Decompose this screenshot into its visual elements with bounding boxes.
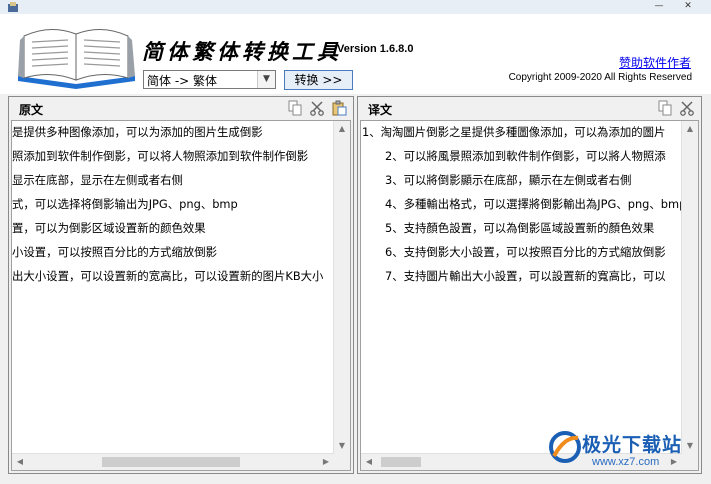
app-icon xyxy=(8,2,18,12)
scrollbar-thumb[interactable] xyxy=(381,457,421,467)
version-label: Version 1.6.8.0 xyxy=(337,43,414,55)
source-panel-title: 原文 xyxy=(19,103,44,117)
watermark-logo-icon xyxy=(549,431,581,463)
scroll-left-icon[interactable]: ◀ xyxy=(361,454,377,470)
sponsor-link[interactable]: 赞助软件作者 xyxy=(619,54,691,71)
header: 简体繁体转换工具 Version 1.6.8.0 赞助软件作者 Copyrigh… xyxy=(0,14,711,94)
result-line: 4、多種輸出格式，可以選擇將倒影輸出為JPG、png、bmp xyxy=(385,197,681,211)
scrollbar-thumb[interactable] xyxy=(102,457,240,467)
scroll-right-icon[interactable]: ▶ xyxy=(318,454,334,470)
watermark: 极光下载站 www.xz7.com xyxy=(548,426,708,478)
copy-icon[interactable] xyxy=(657,100,673,116)
copyright-text: Copyright 2009-2020 All Rights Reserved xyxy=(508,72,692,83)
result-panel-title: 译文 xyxy=(368,103,393,117)
close-button[interactable]: ✕ xyxy=(671,0,705,13)
watermark-url: www.xz7.com xyxy=(592,456,660,468)
result-line: 3、可以將倒影顯示在底部，顯示在左側或者右側 xyxy=(385,173,632,187)
source-panel-header: 原文 xyxy=(9,97,353,119)
book-logo-icon xyxy=(18,29,135,89)
source-line: 置，可以为倒影区域设置新的颜色效果 xyxy=(12,221,206,235)
result-panel: 译文 1、淘淘圖片倒影之星提供多種圖像添加，可以為添加的圖片 2、可以將風景照添… xyxy=(357,96,702,474)
chevron-down-icon[interactable]: ▼ xyxy=(257,71,275,88)
copy-icon[interactable] xyxy=(287,100,303,116)
source-text-area[interactable]: 是提供多种图像添加，可以为添加的图片生成倒影 照添加到软件制作倒影，可以将人物照… xyxy=(11,120,351,471)
result-text-area[interactable]: 1、淘淘圖片倒影之星提供多種圖像添加，可以為添加的圖片 2、可以將風景照添加到軟… xyxy=(360,120,699,471)
convert-button[interactable]: 转换 >> xyxy=(284,70,353,90)
source-horizontal-scrollbar[interactable]: ◀ ▶ xyxy=(12,453,334,470)
result-vertical-scrollbar[interactable]: ▲ ▼ xyxy=(681,121,698,454)
watermark-brand: 极光下载站 xyxy=(582,434,683,456)
result-line: 2、可以將風景照添加到軟件制作倒影，可以將人物照添 xyxy=(385,149,666,163)
source-line: 是提供多种图像添加，可以为添加的图片生成倒影 xyxy=(12,125,263,139)
title-bar: — ✕ xyxy=(0,0,711,14)
app-title: 简体繁体转换工具 xyxy=(142,39,342,64)
scroll-up-icon[interactable]: ▲ xyxy=(334,121,350,137)
result-line: 5、支持顏色設置，可以為倒影區域設置新的顏色效果 xyxy=(385,221,655,235)
minimize-button[interactable]: — xyxy=(647,0,671,13)
result-line: 7、支持圖片輸出大小設置，可以設置新的寬高比，可以 xyxy=(385,269,666,283)
cut-icon[interactable] xyxy=(309,100,325,116)
scroll-left-icon[interactable]: ◀ xyxy=(12,454,28,470)
source-line: 小设置，可以按照百分比的方式缩放倒影 xyxy=(12,245,218,259)
scrollbar-corner xyxy=(334,454,350,470)
source-panel: 原文 是提供多种图像添加，可以为添加的图片生成倒影 照添加到软件制作倒影，可以将… xyxy=(8,96,354,474)
conversion-mode-value: 简体 -> 繁体 xyxy=(147,74,218,88)
scroll-up-icon[interactable]: ▲ xyxy=(682,121,698,137)
result-line: 6、支持倒影大小設置，可以按照百分比的方式縮放倒影 xyxy=(385,245,666,259)
paste-icon[interactable] xyxy=(331,100,347,116)
source-line: 式，可以选择将倒影输出为JPG、png、bmp xyxy=(12,197,238,211)
conversion-mode-select[interactable]: 简体 -> 繁体 ▼ xyxy=(143,70,276,89)
source-line: 显示在底部，显示在左侧或者右侧 xyxy=(12,173,183,187)
source-line: 出大小设置，可以设置新的宽高比，可以设置新的图片KB大小 xyxy=(12,269,324,283)
source-vertical-scrollbar[interactable]: ▲ ▼ xyxy=(333,121,350,454)
result-panel-header: 译文 xyxy=(358,97,701,119)
scroll-down-icon[interactable]: ▼ xyxy=(334,438,350,454)
result-line: 1、淘淘圖片倒影之星提供多種圖像添加，可以為添加的圖片 xyxy=(362,125,666,139)
source-line: 照添加到软件制作倒影，可以将人物照添加到软件制作倒影 xyxy=(12,149,309,163)
cut-icon[interactable] xyxy=(679,100,695,116)
